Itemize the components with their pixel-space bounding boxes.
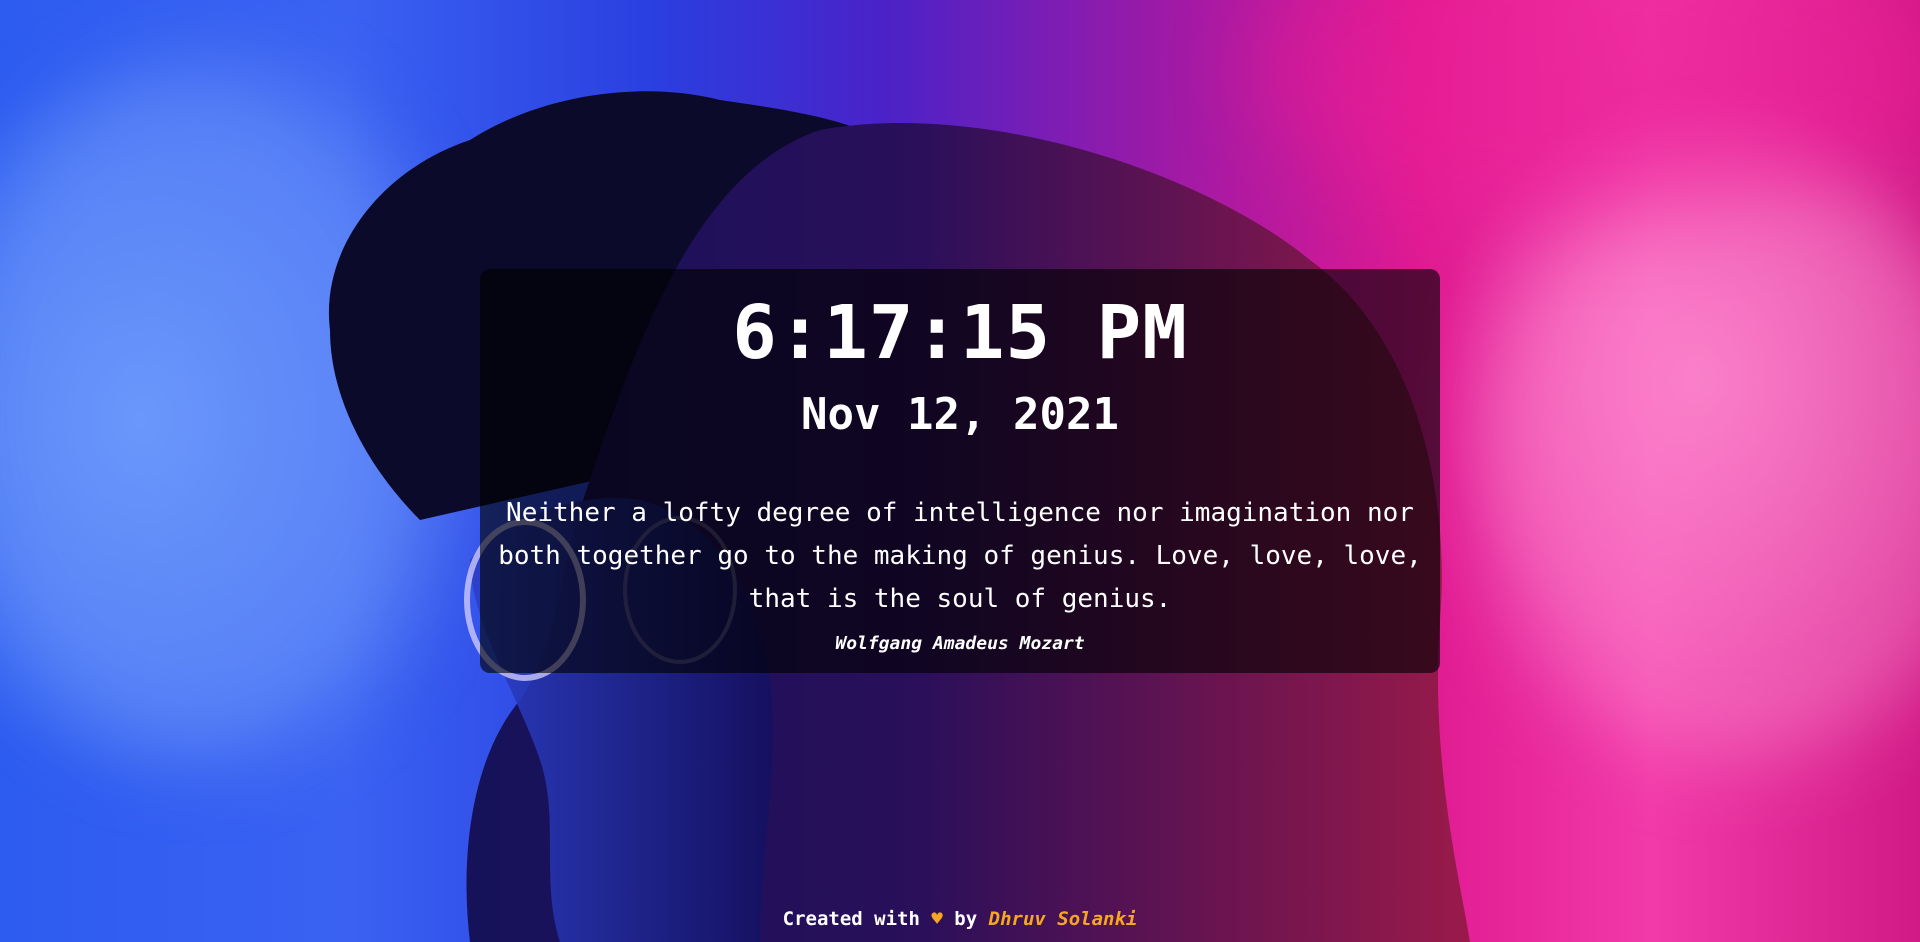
footer-prefix: Created with (782, 908, 920, 930)
clock-date: Nov 12, 2021 (801, 389, 1119, 440)
heart-icon: ♥ (931, 908, 943, 930)
footer-credit: Created with ♥ by Dhruv Solanki (0, 908, 1920, 930)
footer-by: by (954, 908, 978, 930)
clock-time: 6:17:15 PM (732, 290, 1188, 376)
quote-text: Neither a lofty degree of intelligence n… (498, 498, 1422, 614)
quote-author: Wolfgang Amadeus Mozart (835, 633, 1085, 654)
clock-card: 6:17:15 PM Nov 12, 2021 Neither a lofty … (480, 269, 1440, 673)
creator-link[interactable]: Dhruv Solanki (989, 908, 1138, 930)
